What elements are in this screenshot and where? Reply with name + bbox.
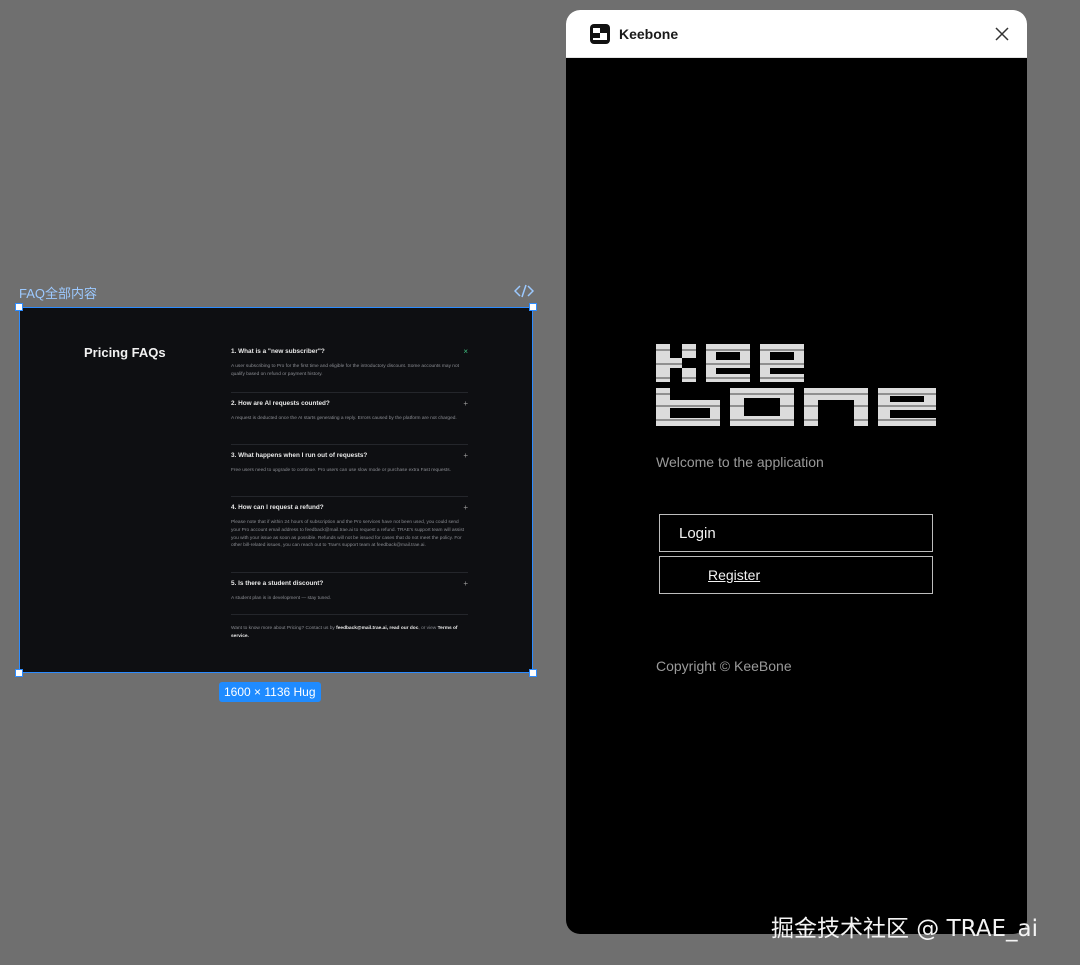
- expand-icon[interactable]: +: [463, 451, 468, 460]
- expand-icon[interactable]: +: [463, 503, 468, 512]
- close-icon: [995, 26, 1009, 41]
- faq-item[interactable]: 5. Is there a student discount? + A stude…: [231, 573, 468, 615]
- faq-answer: Free users need to upgrade to continue. …: [231, 468, 451, 473]
- size-badge: 1600 × 1136 Hug: [219, 682, 321, 702]
- expand-icon[interactable]: +: [463, 579, 468, 588]
- collapse-icon[interactable]: ×: [463, 347, 468, 356]
- faq-item[interactable]: 4. How can I request a refund? + Please n…: [231, 497, 468, 573]
- faq-answer: Please note that if within 24 hours of s…: [231, 520, 465, 549]
- welcome-text: Welcome to the application: [656, 454, 824, 470]
- faq-question: 4. How can I request a refund?: [231, 504, 324, 511]
- faq-footer: Want to know more about Pricing? Contact…: [231, 626, 458, 639]
- watermark: 掘金技术社区 @ TRAE_ai: [771, 916, 1038, 942]
- feedback-email-link[interactable]: feedback@mail.trae.ai: [336, 626, 387, 631]
- frame-label[interactable]: FAQ全部内容: [19, 283, 97, 302]
- window-title: Keebone: [619, 25, 679, 42]
- faq-answer: A request is deducted once the AI starts…: [231, 416, 457, 421]
- faq-item[interactable]: 1. What is a "new subscriber"? × A user s…: [231, 341, 468, 393]
- faq-question: 5. Is there a student discount?: [231, 580, 324, 587]
- faq-question: 2. How are AI requests counted?: [231, 400, 330, 407]
- register-button[interactable]: Register: [659, 556, 933, 594]
- faq-heading: Pricing FAQs: [84, 345, 166, 360]
- resize-handle[interactable]: [529, 303, 537, 311]
- titlebar[interactable]: Keebone: [566, 10, 1027, 58]
- keebone-logo: [656, 344, 937, 426]
- expand-icon[interactable]: +: [463, 399, 468, 408]
- resize-handle[interactable]: [15, 669, 23, 677]
- faq-question: 1. What is a "new subscriber"?: [231, 348, 325, 355]
- app-window: Keebone Welcome to the application Login…: [566, 10, 1027, 934]
- doc-link[interactable]: , read our doc: [387, 626, 419, 631]
- faq-answer: A user subscribing to Pro for the first …: [231, 364, 459, 377]
- resize-handle[interactable]: [529, 669, 537, 677]
- faq-frame[interactable]: Pricing FAQs 1. What is a "new subscribe…: [19, 307, 533, 673]
- close-button[interactable]: [993, 25, 1011, 43]
- resize-handle[interactable]: [15, 303, 23, 311]
- copyright-text: Copyright © KeeBone: [656, 658, 792, 674]
- login-button[interactable]: Login: [659, 514, 933, 552]
- faq-answer: A student plan is in development — stay …: [231, 596, 331, 601]
- code-icon[interactable]: [514, 283, 534, 299]
- app-icon: [590, 23, 610, 44]
- faq-item[interactable]: 3. What happens when I run out of reques…: [231, 445, 468, 497]
- faq-list: 1. What is a "new subscriber"? × A user s…: [231, 341, 468, 641]
- faq-item[interactable]: 2. How are AI requests counted? + A reque…: [231, 393, 468, 445]
- faq-question: 3. What happens when I run out of reques…: [231, 452, 368, 459]
